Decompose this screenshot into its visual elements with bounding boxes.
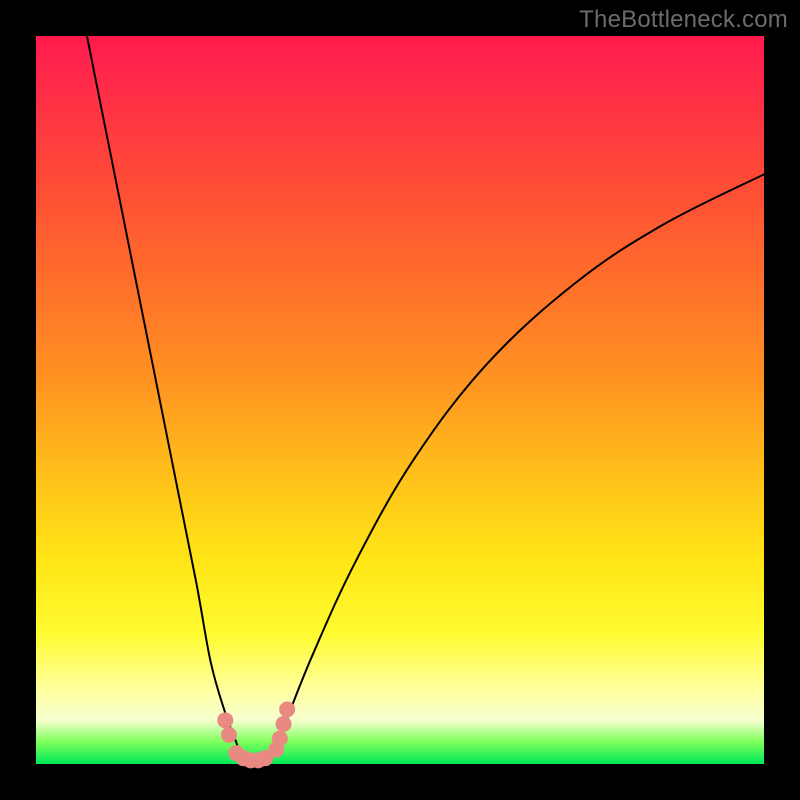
curve-right: [269, 174, 764, 764]
plot-area: [36, 36, 764, 764]
highlight-dots-point: [279, 701, 295, 717]
watermark-text: TheBottleneck.com: [579, 6, 788, 34]
highlight-dots-point: [276, 716, 292, 732]
chart-frame: TheBottleneck.com: [0, 0, 800, 800]
highlight-dots-point: [217, 712, 233, 728]
curves-svg: [36, 36, 764, 764]
highlight-dots-point: [272, 731, 288, 747]
highlight-dots-point: [221, 727, 237, 743]
curve-left: [87, 36, 244, 764]
